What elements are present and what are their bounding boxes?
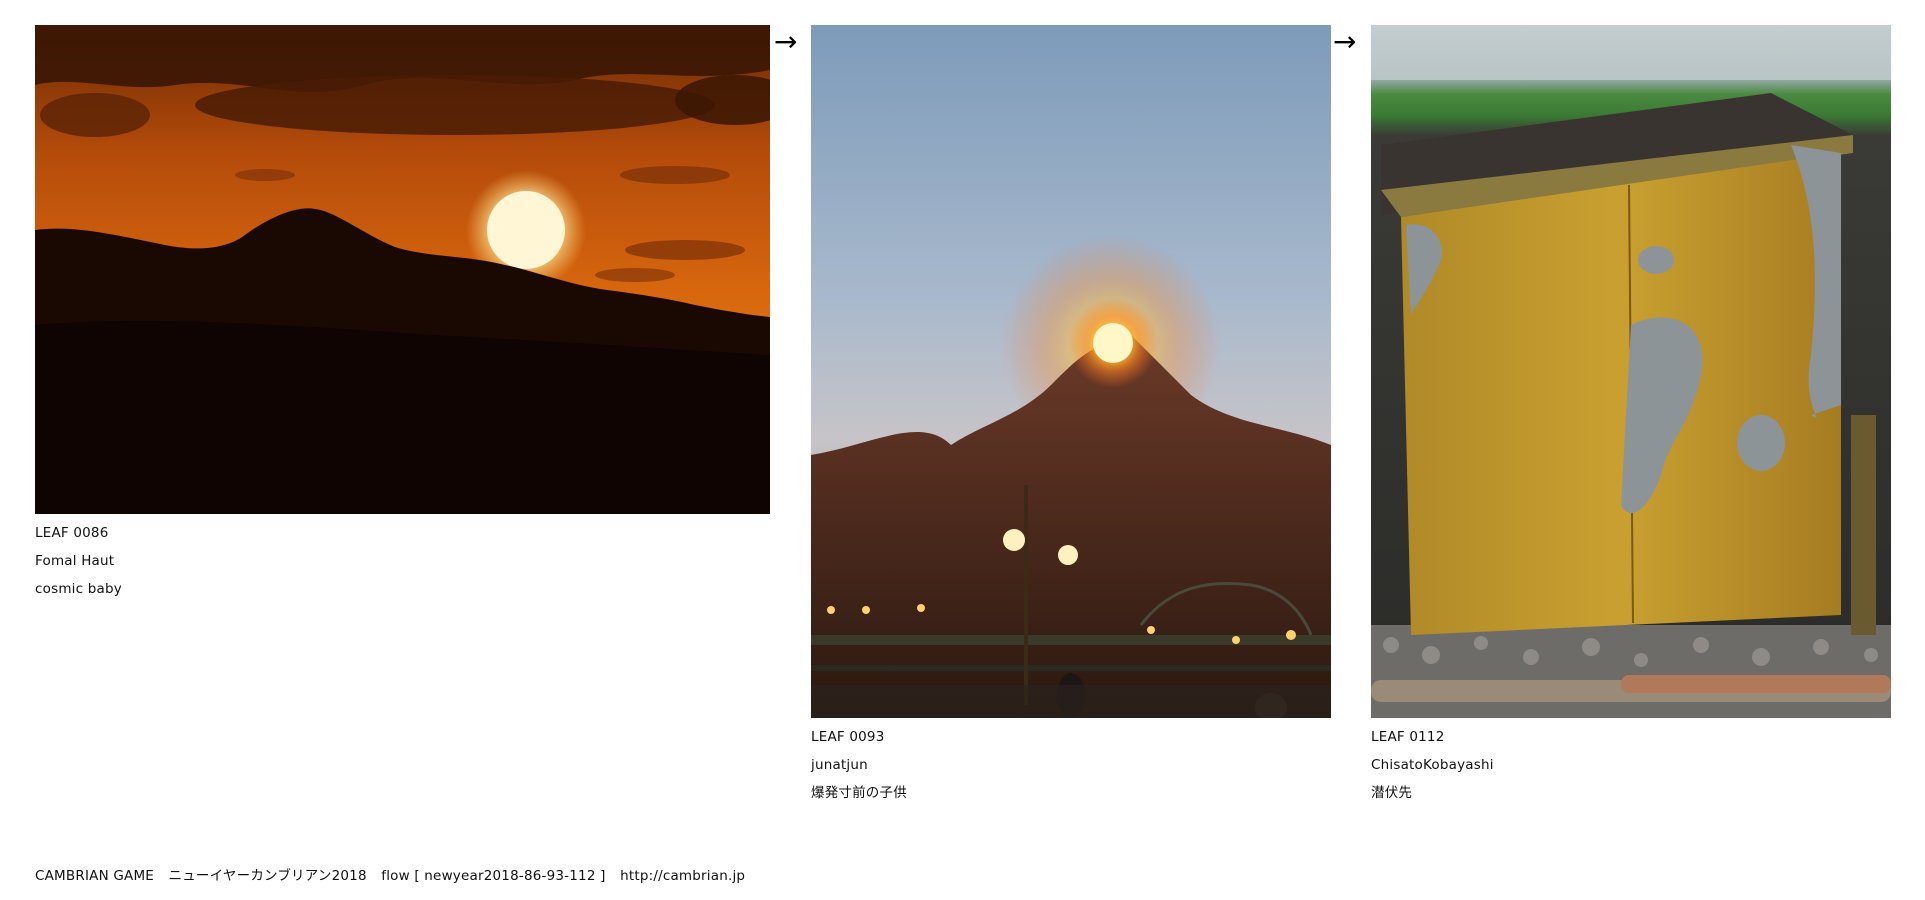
leaf-photo-sunset[interactable] [35,25,770,514]
footer-flow: flow [ newyear2018-86-93-112 ] [381,868,606,884]
leaf-id: LEAF 0086 [35,525,109,541]
leaf-author[interactable]: Fomal Haut [35,547,122,575]
sunset-image [35,25,770,514]
flow-arrow: → [774,25,798,58]
leaf-author[interactable]: ChisatoKobayashi [1371,751,1494,779]
leaf-caption: LEAF 0093 junatjun 爆発寸前の子供 [811,723,907,807]
leaf-id: LEAF 0093 [811,729,885,745]
footer-url-link[interactable]: http://cambrian.jp [620,868,745,884]
leaf-photo-volcano[interactable] [811,25,1331,718]
leaf-author[interactable]: junatjun [811,751,907,779]
volcano-image [811,25,1331,718]
flow-arrow: → [1333,25,1357,58]
leaf-photo-cabinet[interactable] [1371,25,1891,718]
footer: CAMBRIAN GAME ニューイヤーカンブリアン2018 flow [ ne… [35,864,755,884]
cabinet-image [1371,25,1891,718]
footer-event: ニューイヤーカンブリアン2018 [168,868,367,884]
leaf-title: cosmic baby [35,581,122,597]
leaf-caption: LEAF 0086 Fomal Haut cosmic baby [35,519,122,603]
footer-brand: CAMBRIAN GAME [35,868,155,884]
leaf-title: 潜伏先 [1371,785,1413,801]
leaf-id: LEAF 0112 [1371,729,1445,745]
leaf-title: 爆発寸前の子供 [811,785,907,801]
leaf-caption: LEAF 0112 ChisatoKobayashi 潜伏先 [1371,723,1494,807]
page: LEAF 0086 Fomal Haut cosmic baby → LEAF … [0,0,1925,900]
